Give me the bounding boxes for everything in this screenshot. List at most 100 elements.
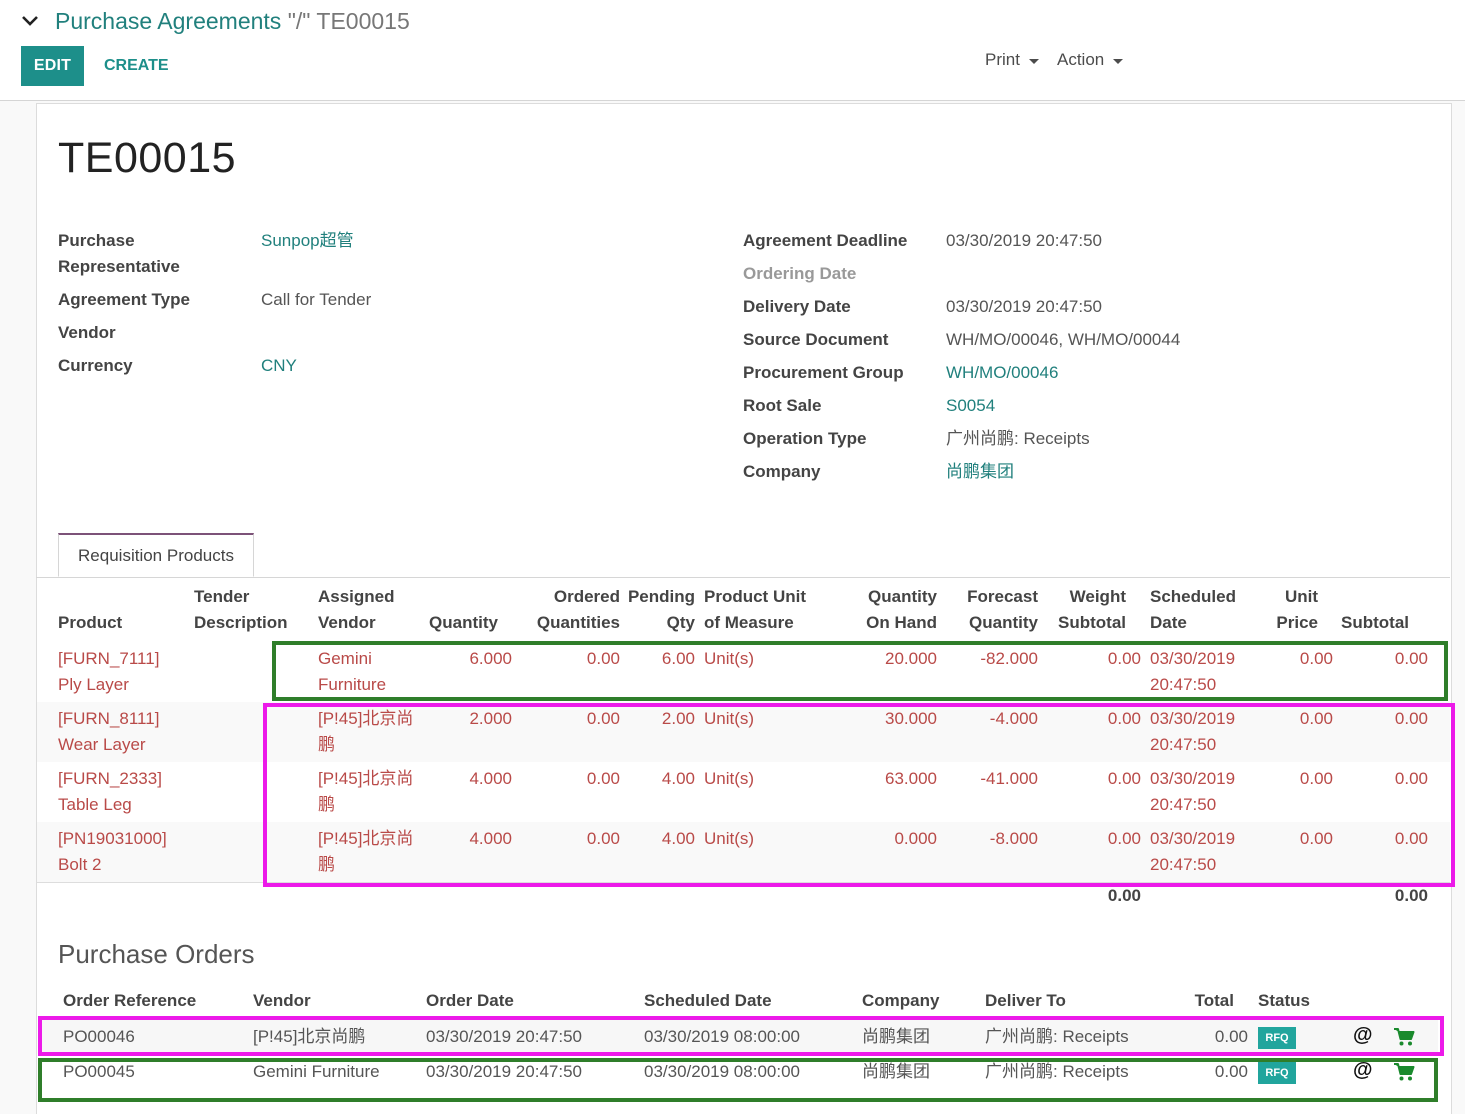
- tab-requisition-products[interactable]: Requisition Products: [58, 533, 254, 577]
- line-scheduled-date: 03/30/2019 20:47:50: [1150, 769, 1236, 814]
- line-scheduled-date: 03/30/2019 20:47:50: [1150, 709, 1236, 754]
- po-col-scheduled-date[interactable]: Scheduled Date: [644, 988, 772, 1014]
- po-col-total[interactable]: Total: [1150, 988, 1234, 1014]
- line-subtotal: 0.00: [1394, 709, 1428, 728]
- field-value-root-sale[interactable]: S0054: [946, 393, 995, 419]
- label-line: Purchase: [58, 231, 135, 250]
- field-value-company[interactable]: 尚鹏集团: [946, 459, 1014, 485]
- col-header-qty-on-hand[interactable]: Quantity On Hand: [850, 584, 937, 636]
- field-value-agreement-type: Call for Tender: [261, 290, 372, 309]
- field-value-operation-type: 广州尚鹏: Receipts: [946, 429, 1090, 448]
- line-quantity: 2.000: [469, 709, 512, 728]
- line-weight: 0.00: [1107, 649, 1141, 668]
- col-header-unit-price[interactable]: Unit Price: [1260, 584, 1318, 636]
- shopping-cart-icon[interactable]: [1393, 1027, 1415, 1047]
- line-forecast: -41.000: [980, 769, 1038, 788]
- field-label-agreement-type: Agreement Type: [58, 290, 190, 309]
- field-label-delivery-date: Delivery Date: [743, 297, 851, 316]
- line-on-hand: 30.000: [885, 709, 937, 728]
- col-header-forecast-quantity[interactable]: Forecast Quantity: [950, 584, 1038, 636]
- breadcrumb: Purchase Agreements "/" TE00015: [55, 6, 410, 36]
- line-unit-price: 0.00: [1299, 769, 1333, 788]
- po-deliver-to: 广州尚鹏: Receipts: [985, 1062, 1129, 1081]
- po-order-date: 03/30/2019 20:47:50: [426, 1062, 582, 1081]
- line-product[interactable]: [FURN_8111] Wear Layer: [58, 706, 159, 758]
- field-value-currency[interactable]: CNY: [261, 353, 297, 379]
- field-value-procurement-group[interactable]: WH/MO/00046: [946, 360, 1058, 386]
- status-badge: RFQ: [1258, 1062, 1296, 1084]
- field-label-ordering-date: Ordering Date: [743, 264, 857, 283]
- field-value-purchase-representative[interactable]: Sunpop超管: [261, 228, 354, 254]
- line-vendor: [P!45]北京尚 鹏: [318, 769, 414, 814]
- control-panel: Purchase Agreements "/" TE00015 EDIT CRE…: [0, 0, 1465, 101]
- po-col-order-date[interactable]: Order Date: [426, 988, 514, 1014]
- create-button[interactable]: CREATE: [96, 46, 177, 86]
- col-header-ordered-quantities[interactable]: Ordered Quantities: [520, 584, 620, 636]
- po-col-status[interactable]: Status: [1258, 988, 1310, 1014]
- po-total: 0.00: [1214, 1027, 1248, 1046]
- breadcrumb-parent-link[interactable]: Purchase Agreements: [55, 8, 281, 34]
- col-header-pending-qty[interactable]: Pending Qty: [622, 584, 695, 636]
- line-product[interactable]: [PN19031000] Bolt 2: [58, 826, 167, 878]
- field-value-source-document: WH/MO/00046, WH/MO/00044: [946, 330, 1181, 349]
- total-subtotal: 0.00: [1394, 886, 1428, 905]
- line-ordered: 0.00: [586, 829, 620, 848]
- field-label-vendor: Vendor: [58, 323, 116, 342]
- po-deliver-to: 广州尚鹏: Receipts: [985, 1027, 1129, 1046]
- po-col-vendor[interactable]: Vendor: [253, 988, 311, 1014]
- line-subtotal: 0.00: [1394, 649, 1428, 668]
- field-value-agreement-deadline: 03/30/2019 20:47:50: [946, 231, 1102, 250]
- po-vendor: [P!45]北京尚鹏: [253, 1027, 366, 1046]
- line-forecast: -4.000: [989, 709, 1038, 728]
- col-header-subtotal[interactable]: Subtotal: [1330, 610, 1409, 636]
- col-header-quantity[interactable]: Quantity: [420, 610, 498, 636]
- po-reference[interactable]: PO00046: [63, 1024, 135, 1050]
- shopping-cart-icon[interactable]: [1393, 1062, 1415, 1082]
- at-sign-icon[interactable]: @: [1353, 1024, 1373, 1047]
- line-weight: 0.00: [1107, 829, 1141, 848]
- line-forecast: -82.000: [980, 649, 1038, 668]
- po-order-date: 03/30/2019 20:47:50: [426, 1027, 582, 1046]
- line-quantity: 4.000: [469, 829, 512, 848]
- line-pending: 6.00: [661, 649, 695, 668]
- field-label-source-document: Source Document: [743, 330, 889, 349]
- action-dropdown-label: Action: [1057, 50, 1105, 69]
- field-label-procurement-group: Procurement Group: [743, 363, 904, 382]
- line-product[interactable]: [FURN_2333] Table Leg: [58, 766, 162, 818]
- col-header-product[interactable]: Product: [58, 610, 122, 636]
- col-header-weight-subtotal[interactable]: Weight Subtotal: [1050, 584, 1126, 636]
- po-col-deliver-to[interactable]: Deliver To: [985, 988, 1066, 1014]
- at-sign-icon[interactable]: @: [1353, 1059, 1373, 1082]
- edit-button[interactable]: EDIT: [21, 46, 84, 86]
- line-quantity: 6.000: [469, 649, 512, 668]
- line-forecast: -8.000: [989, 829, 1038, 848]
- col-header-assigned-vendor[interactable]: Assigned Vendor: [318, 584, 395, 636]
- po-reference[interactable]: PO00045: [63, 1059, 135, 1085]
- po-scheduled-date: 03/30/2019 08:00:00: [644, 1027, 800, 1046]
- line-subtotal: 0.00: [1394, 829, 1428, 848]
- line-scheduled-date: 03/30/2019 20:47:50: [1150, 649, 1236, 694]
- tab-bar-divider: [36, 577, 1450, 578]
- col-header-tender-description[interactable]: Tender Description: [194, 584, 288, 636]
- line-unit-price: 0.00: [1299, 709, 1333, 728]
- total-weight: 0.00: [1107, 886, 1141, 905]
- line-vendor: [P!45]北京尚 鹏: [318, 709, 414, 754]
- col-header-scheduled-date[interactable]: Scheduled Date: [1150, 584, 1236, 636]
- line-ordered: 0.00: [586, 709, 620, 728]
- po-col-company[interactable]: Company: [862, 988, 939, 1014]
- line-uom: Unit(s): [704, 709, 755, 728]
- po-col-order-reference[interactable]: Order Reference: [63, 988, 196, 1014]
- line-pending: 2.00: [661, 709, 695, 728]
- chevron-down-icon[interactable]: [18, 8, 42, 32]
- line-ordered: 0.00: [586, 649, 620, 668]
- line-product[interactable]: [FURN_7111] Ply Layer: [58, 646, 159, 698]
- line-unit-price: 0.00: [1299, 649, 1333, 668]
- po-vendor: Gemini Furniture: [253, 1062, 380, 1081]
- field-label-purchase-representative: Purchase Representative: [58, 228, 248, 280]
- purchase-orders-title: Purchase Orders: [58, 939, 255, 969]
- col-header-uom[interactable]: Product Unit of Measure: [704, 584, 806, 636]
- print-dropdown[interactable]: Print: [985, 46, 1039, 74]
- line-on-hand: 0.000: [894, 829, 937, 848]
- status-badge: RFQ: [1258, 1027, 1296, 1049]
- action-dropdown[interactable]: Action: [1057, 46, 1124, 74]
